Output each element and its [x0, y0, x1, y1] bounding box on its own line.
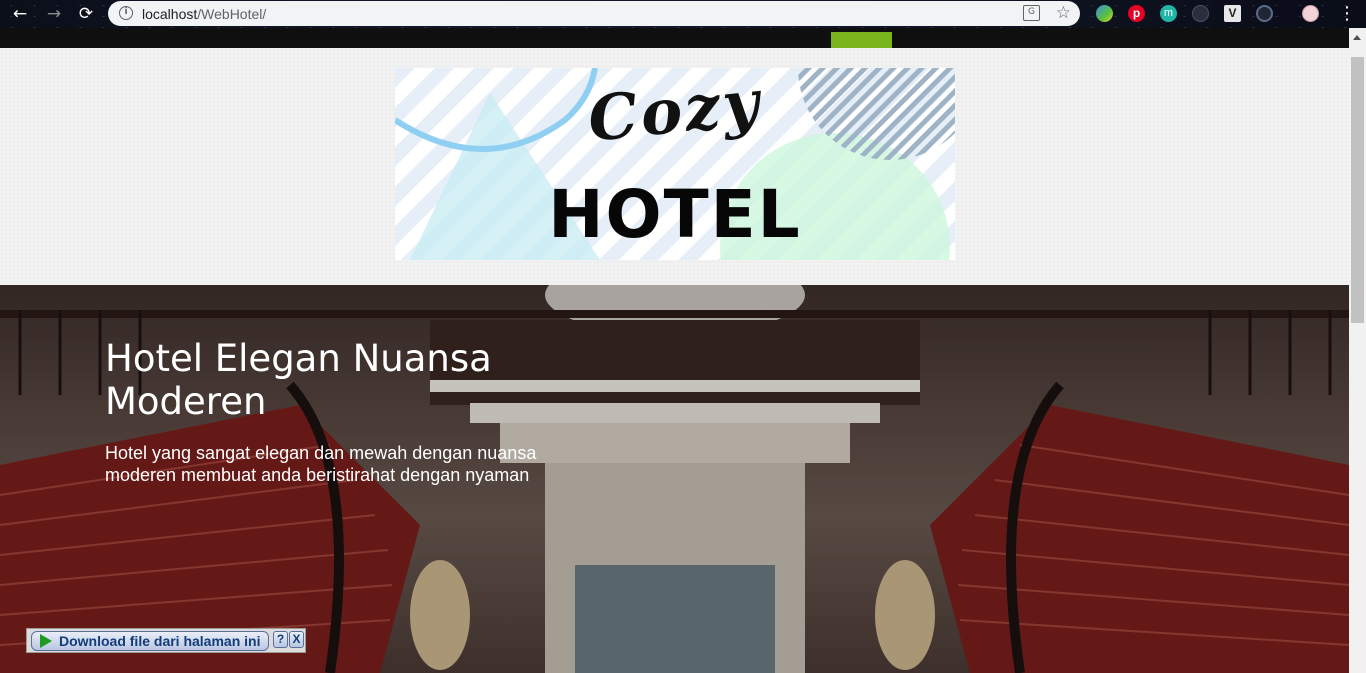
download-toolbar: Download file dari halaman ini ? X	[26, 628, 306, 653]
download-page-files-button[interactable]: Download file dari halaman ini	[31, 631, 269, 651]
pinterest-icon[interactable]: p	[1128, 5, 1145, 22]
hero-banner: Hotel Elegan Nuansa Moderen Hotel yang s…	[0, 285, 1349, 673]
nav-active-item[interactable]	[831, 32, 892, 48]
globe-extension-icon[interactable]	[1096, 5, 1113, 22]
download-button-label: Download file dari halaman ini	[59, 633, 261, 649]
site-info-icon[interactable]: i	[119, 6, 133, 20]
profile-avatar[interactable]	[1302, 5, 1319, 22]
play-icon	[40, 634, 52, 648]
hotel-logo: Cozy HOTEL	[395, 68, 955, 260]
forward-icon[interactable]: →	[43, 3, 65, 25]
scroll-up-arrow-icon[interactable]	[1353, 35, 1361, 40]
url-host: localhost	[142, 6, 198, 22]
url-path: /WebHotel/	[197, 6, 267, 22]
top-navigation-bar	[0, 28, 1349, 48]
v-extension-icon[interactable]: V	[1224, 5, 1241, 22]
ring-extension-icon[interactable]	[1192, 5, 1209, 22]
bookmark-star-icon[interactable]: ☆	[1056, 3, 1071, 23]
hero-subtitle: Hotel yang sangat elegan dan mewah denga…	[105, 443, 537, 485]
logo-main-text: HOTEL	[548, 176, 802, 253]
page-scrollbar[interactable]	[1349, 28, 1366, 673]
scrollbar-thumb[interactable]	[1351, 57, 1364, 323]
close-button[interactable]: X	[289, 631, 304, 648]
page-viewport: Cozy HOTEL Hotel Elegan Nuansa Moderen H…	[0, 28, 1349, 673]
back-icon[interactable]: ←	[9, 3, 31, 25]
help-button[interactable]: ?	[273, 631, 288, 648]
browser-toolbar: ← → ⟳ i localhost/WebHotel/ G ☆ p m V ⋮	[0, 0, 1366, 28]
header-band: Cozy HOTEL	[0, 48, 1349, 285]
reload-icon[interactable]: ⟳	[75, 3, 97, 25]
browser-menu-icon[interactable]: ⋮	[1338, 3, 1356, 25]
hero-title: Hotel Elegan Nuansa Moderen	[105, 337, 492, 423]
url-text[interactable]: localhost/WebHotel/	[142, 6, 266, 22]
translate-icon[interactable]: G	[1023, 5, 1040, 21]
gear-extension-icon[interactable]	[1256, 5, 1273, 22]
m-extension-icon[interactable]: m	[1160, 5, 1177, 22]
address-bar[interactable]: i localhost/WebHotel/ G ☆	[108, 1, 1080, 26]
